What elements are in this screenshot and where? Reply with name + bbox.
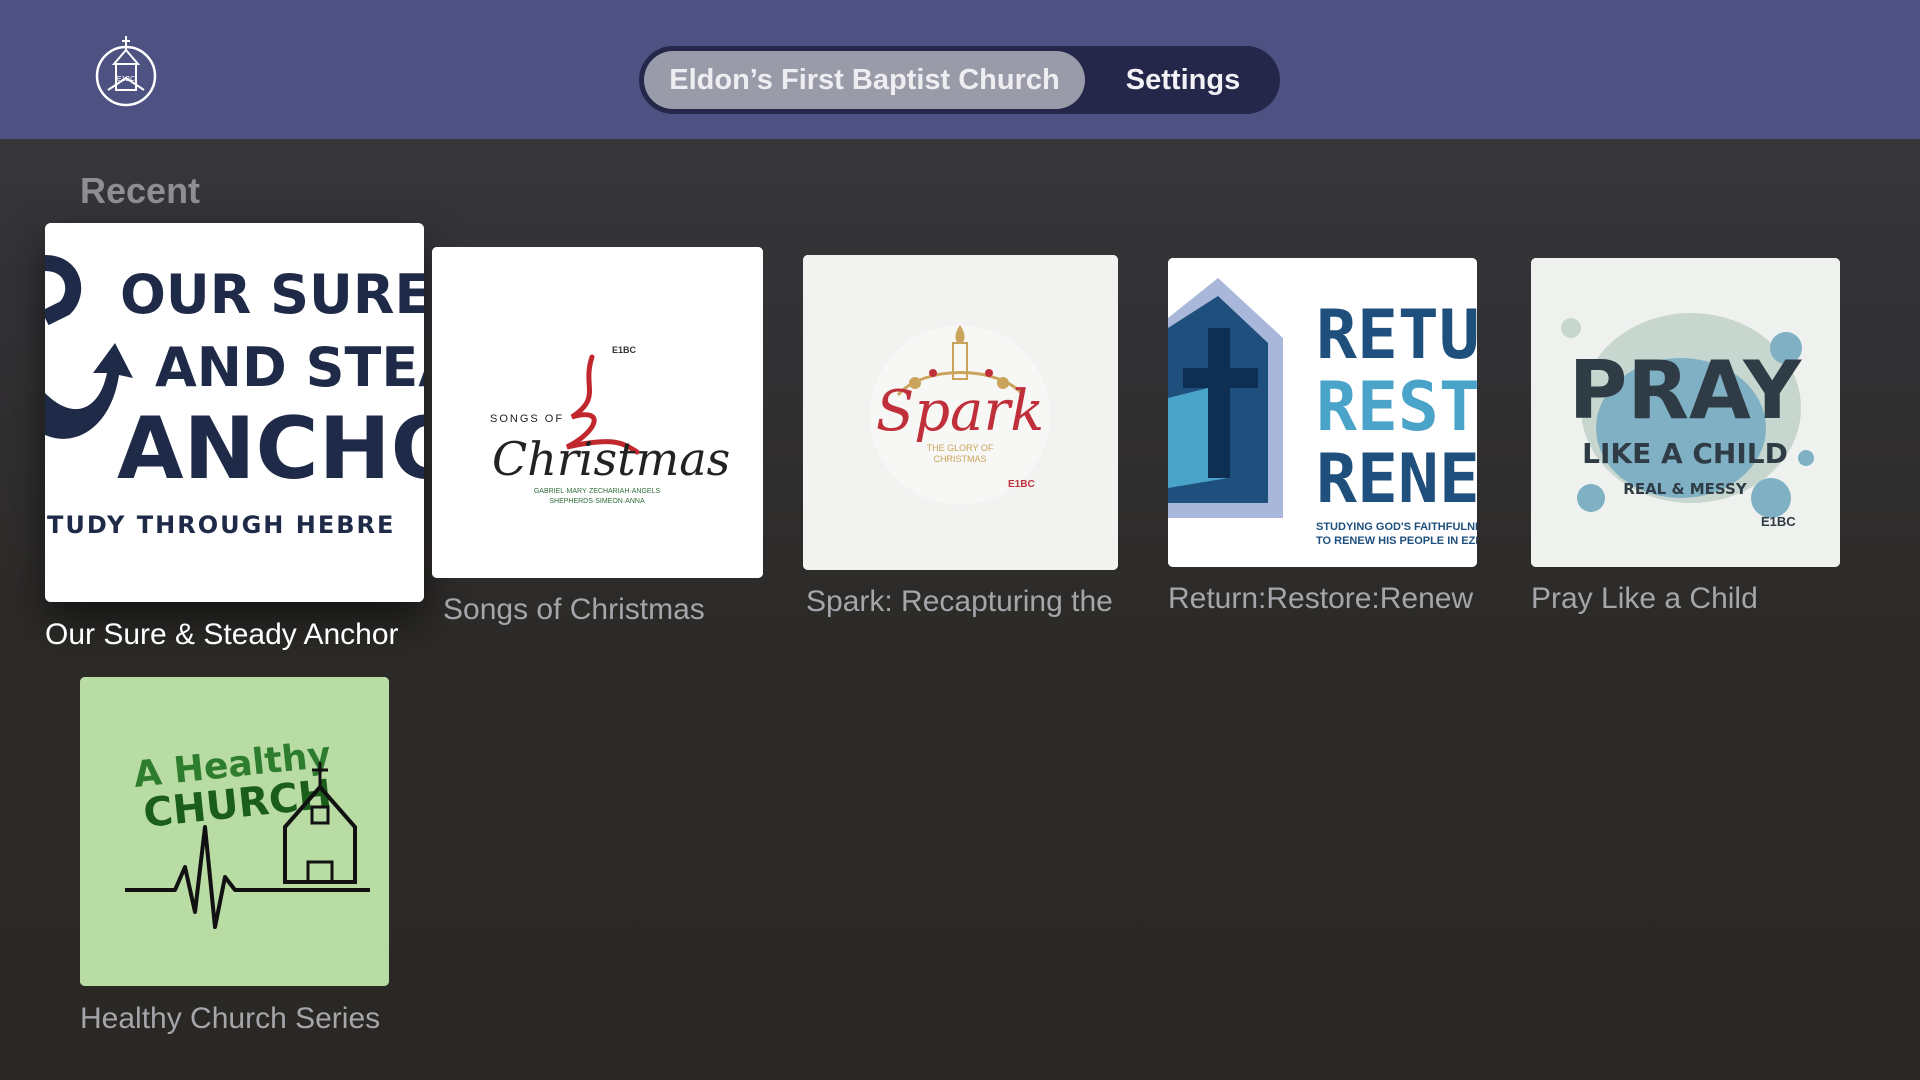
- svg-text:E1BC: E1BC: [1761, 514, 1796, 529]
- series-title: Our Sure & Steady Anchor: [45, 618, 399, 651]
- series-title: Pray Like a Child: [1531, 582, 1758, 615]
- series-artwork[interactable]: PRAY LIKE A CHILD REAL & MESSY E1BC: [1531, 258, 1840, 567]
- svg-text:PRAY: PRAY: [1569, 344, 1802, 437]
- series-artwork[interactable]: A Healthy CHURCH: [80, 677, 389, 986]
- svg-text:TO RENEW HIS PEOPLE IN EZRA &: TO RENEW HIS PEOPLE IN EZRA & NEH: [1316, 535, 1477, 547]
- series-title: Spark: Recapturing the: [806, 585, 1112, 618]
- svg-text:AND STEA: AND STEA: [155, 336, 424, 399]
- tab-church-home[interactable]: Eldon’s First Baptist Church: [644, 51, 1085, 109]
- tab-settings[interactable]: Settings: [1093, 51, 1273, 109]
- series-artwork[interactable]: OUR SURE AND STEA ANCHO TUDY THROUGH HEB…: [45, 223, 424, 602]
- svg-text:CHRISTMAS: CHRISTMAS: [933, 454, 986, 464]
- svg-text:Christmas: Christmas: [492, 432, 730, 486]
- svg-text:SONGS OF: SONGS OF: [490, 413, 564, 425]
- section-title-recent: Recent: [80, 170, 201, 211]
- svg-text:RENEW: RENEW: [1316, 440, 1477, 519]
- church-steeple-logo-icon[interactable]: E1BC: [94, 34, 158, 108]
- svg-text:OUR SURE: OUR SURE: [120, 263, 424, 326]
- svg-text:STUDYING GOD'S FAITHFULNESS: STUDYING GOD'S FAITHFULNESS: [1316, 521, 1477, 533]
- top-bar: E1BC Eldon’s First Baptist Church Settin…: [0, 0, 1920, 139]
- svg-text:Spark: Spark: [876, 379, 1044, 444]
- series-title: Healthy Church Series: [80, 1002, 381, 1035]
- series-artwork[interactable]: RETURN RESTORE RENEW STUDYING GOD'S FAIT…: [1168, 258, 1477, 567]
- svg-text:RESTORE: RESTORE: [1316, 368, 1477, 447]
- svg-text:E1BC: E1BC: [1008, 479, 1035, 490]
- svg-text:GABRIEL·MARY·ZECHARIAH·ANGELS: GABRIEL·MARY·ZECHARIAH·ANGELS: [534, 488, 661, 495]
- svg-text:RETURN: RETURN: [1316, 296, 1477, 375]
- svg-text:THE GLORY OF: THE GLORY OF: [927, 443, 994, 453]
- series-title: Return:Restore:Renew: [1168, 582, 1474, 615]
- series-artwork[interactable]: E1BC SONGS OF Christmas GABRIEL·MARY·ZEC…: [432, 247, 763, 578]
- svg-text:TUDY THROUGH HEBRE: TUDY THROUGH HEBRE: [47, 511, 395, 539]
- svg-text:E1BC: E1BC: [612, 345, 637, 355]
- svg-text:E1BC: E1BC: [117, 76, 135, 83]
- svg-text:LIKE A CHILD: LIKE A CHILD: [1582, 437, 1788, 470]
- series-title: Songs of Christmas: [443, 593, 705, 626]
- svg-text:REAL & MESSY: REAL & MESSY: [1623, 480, 1748, 498]
- svg-text:ANCHO: ANCHO: [117, 399, 424, 499]
- svg-text:SHEPHERDS·SIMEON·ANNA: SHEPHERDS·SIMEON·ANNA: [549, 498, 645, 505]
- tab-bar: Eldon’s First Baptist Church Settings: [639, 46, 1280, 114]
- series-artwork[interactable]: Spark THE GLORY OF CHRISTMAS E1BC: [803, 255, 1118, 570]
